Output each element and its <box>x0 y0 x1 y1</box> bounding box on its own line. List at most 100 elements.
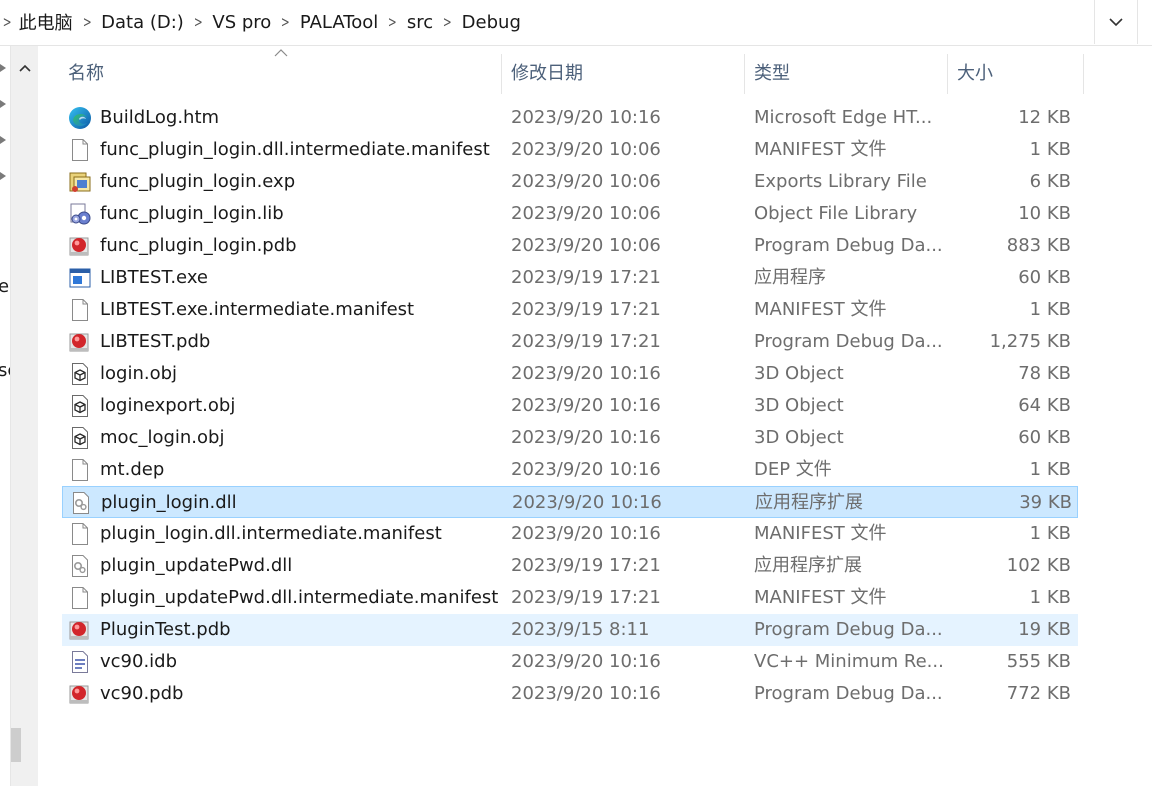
pdb-file-icon <box>68 682 92 706</box>
file-name: vc90.idb <box>100 651 178 672</box>
file-size: 102 KB <box>1006 555 1071 576</box>
file-date-modified: 2023/9/15 8:11 <box>511 619 650 640</box>
file-row[interactable]: func_plugin_login.lib 2023/9/20 10:06 Obje… <box>62 198 1078 230</box>
file-type: 应用程序扩展 <box>754 555 862 576</box>
pdb-file-icon <box>68 618 92 642</box>
file-row[interactable]: func_plugin_login.pdb 2023/9/20 10:06 Prog… <box>62 230 1078 262</box>
file-row[interactable]: LIBTEST.pdb 2023/9/19 17:21 Program Debug … <box>62 326 1078 358</box>
file-date-modified: 2023/9/19 17:21 <box>511 555 661 576</box>
file-type: MANIFEST 文件 <box>754 139 887 160</box>
dll-file-icon <box>69 491 93 515</box>
file-row[interactable]: LIBTEST.exe 2023/9/19 17:21 应用程序 60 KB <box>62 262 1078 294</box>
file-name: PluginTest.pdb <box>100 619 231 640</box>
navigation-pane[interactable]: eg sc <box>0 46 38 786</box>
breadcrumb: > 此电脑 > Data (D:) > VS pro > PALATool > … <box>0 0 521 44</box>
file-type: Program Debug Da... <box>754 619 943 640</box>
chevron-right-icon[interactable]: > <box>77 13 97 31</box>
nav-scrollbar[interactable] <box>10 46 38 786</box>
exe-file-icon <box>68 266 92 290</box>
file-row[interactable]: plugin_updatePwd.dll.intermediate.manife… <box>62 582 1078 614</box>
file-size: 10 KB <box>1018 203 1071 224</box>
file-type: Program Debug Da... <box>754 331 943 352</box>
file-date-modified: 2023/9/20 10:06 <box>511 203 661 224</box>
file-date-modified: 2023/9/20 10:16 <box>511 651 661 672</box>
file-size: 12 KB <box>1018 107 1071 128</box>
breadcrumb-vs-pro[interactable]: VS pro <box>212 12 271 33</box>
address-bar[interactable]: > 此电脑 > Data (D:) > VS pro > PALATool > … <box>0 0 1152 46</box>
column-header-name[interactable]: 名称 <box>62 54 502 94</box>
file-size: 19 KB <box>1018 619 1071 640</box>
chevron-right-icon[interactable]: > <box>3 13 16 31</box>
file-size: 64 KB <box>1018 395 1071 416</box>
file-type: MANIFEST 文件 <box>754 523 887 544</box>
file-size: 39 KB <box>1019 492 1072 513</box>
file-row[interactable]: func_plugin_login.exp 2023/9/20 10:06 Expo… <box>62 166 1078 198</box>
3d-object-icon <box>68 426 92 450</box>
file-date-modified: 2023/9/20 10:16 <box>511 523 661 544</box>
file-row[interactable]: vc90.pdb 2023/9/20 10:16 Program Debug Da.… <box>62 678 1078 710</box>
file-name: func_plugin_login.pdb <box>100 235 297 256</box>
file-type: Object File Library <box>754 203 918 224</box>
dll-file-icon <box>68 554 92 578</box>
breadcrumb-this-pc[interactable]: 此电脑 <box>19 9 73 35</box>
file-row[interactable]: plugin_updatePwd.dll 2023/9/19 17:21 应用程序扩… <box>62 550 1078 582</box>
file-row[interactable]: PluginTest.pdb 2023/9/15 8:11 Program Debu… <box>62 614 1078 646</box>
file-name: plugin_updatePwd.dll.intermediate.manife… <box>100 587 499 608</box>
file-type: MANIFEST 文件 <box>754 299 887 320</box>
chevron-down-icon <box>1109 17 1123 26</box>
lib-file-icon <box>68 202 92 226</box>
column-header-size[interactable]: 大小 <box>951 54 1084 94</box>
chevron-right-icon[interactable]: > <box>437 13 457 31</box>
scrollbar-thumb[interactable] <box>11 728 21 762</box>
file-type: Program Debug Da... <box>754 683 943 704</box>
file-row[interactable]: func_plugin_login.dll.intermediate.manif… <box>62 134 1078 166</box>
address-history-dropdown[interactable] <box>1094 0 1138 44</box>
file-date-modified: 2023/9/19 17:21 <box>511 299 661 320</box>
chevron-right-icon[interactable]: > <box>383 13 403 31</box>
file-row[interactable]: moc_login.obj 2023/9/20 10:16 3D Object 60 … <box>62 422 1078 454</box>
file-date-modified: 2023/9/19 17:21 <box>511 331 661 352</box>
pdb-file-icon <box>68 330 92 354</box>
file-name: loginexport.obj <box>100 395 236 416</box>
file-date-modified: 2023/9/20 10:16 <box>511 107 661 128</box>
breadcrumb-src[interactable]: src <box>407 12 433 33</box>
file-row[interactable]: login.obj 2023/9/20 10:16 3D Object 78 KB <box>62 358 1078 390</box>
file-row[interactable]: BuildLog.htm 2023/9/20 10:16 Microsoft Edg… <box>62 102 1078 134</box>
file-row[interactable]: loginexport.obj 2023/9/20 10:16 3D Object 6… <box>62 390 1078 422</box>
file-type: 3D Object <box>754 363 844 384</box>
file-date-modified: 2023/9/20 10:16 <box>511 459 661 480</box>
file-type: DEP 文件 <box>754 459 832 480</box>
file-name: moc_login.obj <box>100 427 225 448</box>
pdb-file-icon <box>68 234 92 258</box>
exp-file-icon <box>68 170 92 194</box>
chevron-right-icon[interactable]: > <box>188 13 208 31</box>
file-date-modified: 2023/9/20 10:16 <box>511 395 661 416</box>
file-size: 1 KB <box>1029 139 1071 160</box>
breadcrumb-debug[interactable]: Debug <box>462 12 521 33</box>
pin-icon <box>0 64 6 72</box>
file-row[interactable]: plugin_login.dll 2023/9/20 10:16 应用程序扩展 39 … <box>62 486 1078 518</box>
file-row[interactable]: vc90.idb 2023/9/20 10:16 VC++ Minimum Re..… <box>62 646 1078 678</box>
file-date-modified: 2023/9/20 10:06 <box>511 171 661 192</box>
file-date-modified: 2023/9/20 10:06 <box>511 235 661 256</box>
chevron-up-icon <box>19 64 31 72</box>
file-row[interactable]: plugin_login.dll.intermediate.manifest 20… <box>62 518 1078 550</box>
file-date-modified: 2023/9/20 10:06 <box>511 139 661 160</box>
breadcrumb-palatool[interactable]: PALATool <box>300 12 378 33</box>
idb-file-icon <box>68 650 92 674</box>
file-date-modified: 2023/9/19 17:21 <box>511 267 661 288</box>
file-type: 3D Object <box>754 395 844 416</box>
chevron-right-icon[interactable]: > <box>276 13 296 31</box>
column-header-date[interactable]: 修改日期 <box>505 54 745 94</box>
file-row[interactable]: mt.dep 2023/9/20 10:16 DEP 文件 1 KB <box>62 454 1078 486</box>
scroll-up-button[interactable] <box>11 52 39 84</box>
file-row[interactable]: LIBTEST.exe.intermediate.manifest 2023/9/… <box>62 294 1078 326</box>
file-name: LIBTEST.pdb <box>100 331 211 352</box>
file-type: 3D Object <box>754 427 844 448</box>
file-size: 1 KB <box>1029 299 1071 320</box>
breadcrumb-data-drive[interactable]: Data (D:) <box>101 12 184 33</box>
file-type: Exports Library File <box>754 171 927 192</box>
file-date-modified: 2023/9/20 10:16 <box>511 363 661 384</box>
column-header-type[interactable]: 类型 <box>748 54 948 94</box>
file-name: plugin_login.dll <box>101 492 237 513</box>
